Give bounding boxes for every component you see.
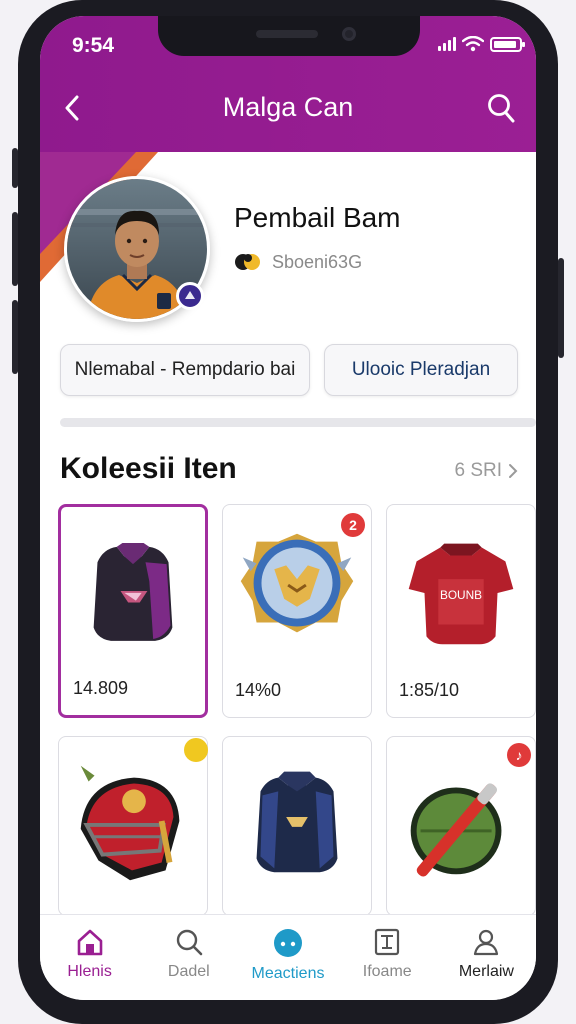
primary-action-button[interactable]: Nlemabal - Rempdario bai [60,344,310,396]
item-card-purple-vest[interactable]: 14.809 [58,504,208,718]
wifi-icon [462,36,484,52]
volume-up-button [12,212,18,286]
tab-label: Dadel [167,963,210,980]
item-card-green-shield-bat[interactable]: ♪ [386,736,536,916]
shield-bat-icon [410,783,502,877]
search-button[interactable] [486,92,516,124]
home-icon [77,929,102,956]
vest-icon [256,771,338,873]
tab-profile[interactable]: Merlaiw [437,915,536,1000]
see-all-link[interactable]: 6 SRI [454,460,518,482]
item-price: 14.809 [73,678,129,698]
page-title: Malga Can [222,92,354,122]
tab-label: Ifoame [362,963,412,980]
helmet-icon [80,765,180,881]
tab-messages[interactable]: Meactiens [238,915,337,1000]
camera-notch [158,16,420,56]
front-camera [342,27,356,41]
emblem-icon [240,533,354,633]
tab-label: Hlenis [67,963,112,980]
app-screen: 9:54 Malga Can Pembail Bam Sboeni63G Nle… [40,16,536,1000]
chevron-right-icon [509,464,518,478]
notification-badge: 2 [341,513,365,537]
profile-handle: Sboeni63G [234,250,362,274]
power-button [558,258,564,358]
tab-search[interactable]: Dadel [139,915,238,1000]
music-badge-icon: ♪ [507,743,531,767]
profile-section: Pembail Bam Sboeni63G [40,152,536,342]
item-price: 14%0 [235,680,282,700]
item-price: 1:85/10 [399,680,460,700]
section-title: Koleesii Iten [60,452,237,485]
section-divider [60,418,536,427]
profile-icon [474,929,499,956]
battery-icon [490,36,525,52]
speaker-grille [256,30,318,38]
status-time: 9:54 [72,34,115,57]
chat-icon [274,929,302,957]
search-icon [176,929,203,956]
item-card-blue-gold-emblem[interactable]: 2 14%0 [222,504,372,718]
item-card-red-jersey[interactable]: BOUNB 1:85/10 [386,504,536,718]
coin-icon [235,254,260,270]
app-header: 9:54 Malga Can [40,16,536,152]
volume-down-button [12,300,18,374]
item-count: 6 SRI [454,460,502,481]
item-card-navy-vest[interactable] [222,736,372,916]
tab-label: Meactiens [251,965,325,982]
search-icon [488,94,515,123]
bottom-tab-bar: Hlenis Dadel Meactiens Ifoame Merlaiw [40,914,536,1000]
item-card-red-helmet[interactable] [58,736,208,916]
tab-home[interactable]: Hlenis [40,915,139,1000]
status-icons [438,36,525,52]
tab-frame[interactable]: Ifoame [338,915,437,1000]
verified-badge-icon [176,282,204,310]
mute-switch [12,148,18,188]
handle-text: Sboeni63G [272,251,363,272]
vest-icon [93,543,173,641]
profile-name: Pembail Bam [234,202,401,233]
jersey-text: BOUNB [440,588,482,602]
frame-icon [375,928,400,956]
signal-icon [438,37,456,51]
secondary-action-button[interactable]: Ulooic Pleradjan [324,344,518,396]
jersey-icon: BOUNB [408,543,514,645]
tab-label: Merlaiw [458,963,514,980]
yellow-dot-badge [184,738,208,762]
